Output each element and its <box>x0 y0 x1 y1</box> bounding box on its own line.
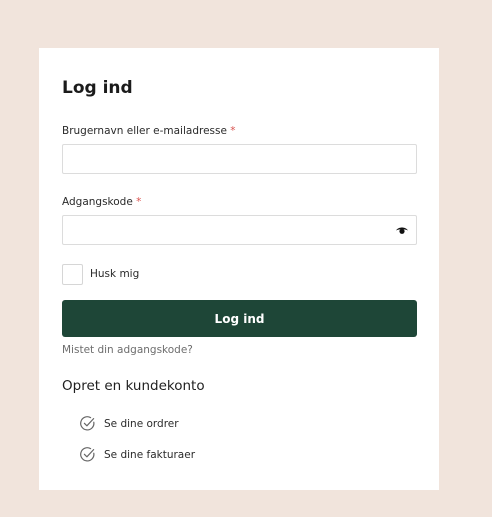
benefit-item: Se dine fakturaer <box>79 446 195 463</box>
benefit-item: Se dine ordrer <box>79 415 179 432</box>
password-input[interactable] <box>62 215 417 245</box>
remember-checkbox[interactable] <box>62 264 83 285</box>
check-circle-icon <box>80 447 95 462</box>
password-label: Adgangskode * <box>62 196 141 208</box>
register-title: Opret en kundekonto <box>62 378 205 394</box>
username-label: Brugernavn eller e-mailadresse * <box>62 125 236 137</box>
login-button[interactable]: Log ind <box>62 300 417 337</box>
required-marker: * <box>136 196 142 208</box>
required-marker: * <box>230 125 236 137</box>
login-title: Log ind <box>62 78 133 98</box>
benefit-text: Se dine fakturaer <box>104 448 196 461</box>
lost-password-link[interactable]: Mistet din adgangskode? <box>62 344 193 356</box>
username-input[interactable] <box>62 144 417 174</box>
remember-label: Husk mig <box>90 268 140 280</box>
check-circle-icon <box>80 416 95 431</box>
eye-icon[interactable] <box>395 225 409 236</box>
login-card: Log ind Brugernavn eller e-mailadresse *… <box>39 48 439 490</box>
username-label-text: Brugernavn eller e-mailadresse <box>62 125 227 137</box>
benefit-text: Se dine ordrer <box>104 417 179 430</box>
password-label-text: Adgangskode <box>62 196 133 208</box>
